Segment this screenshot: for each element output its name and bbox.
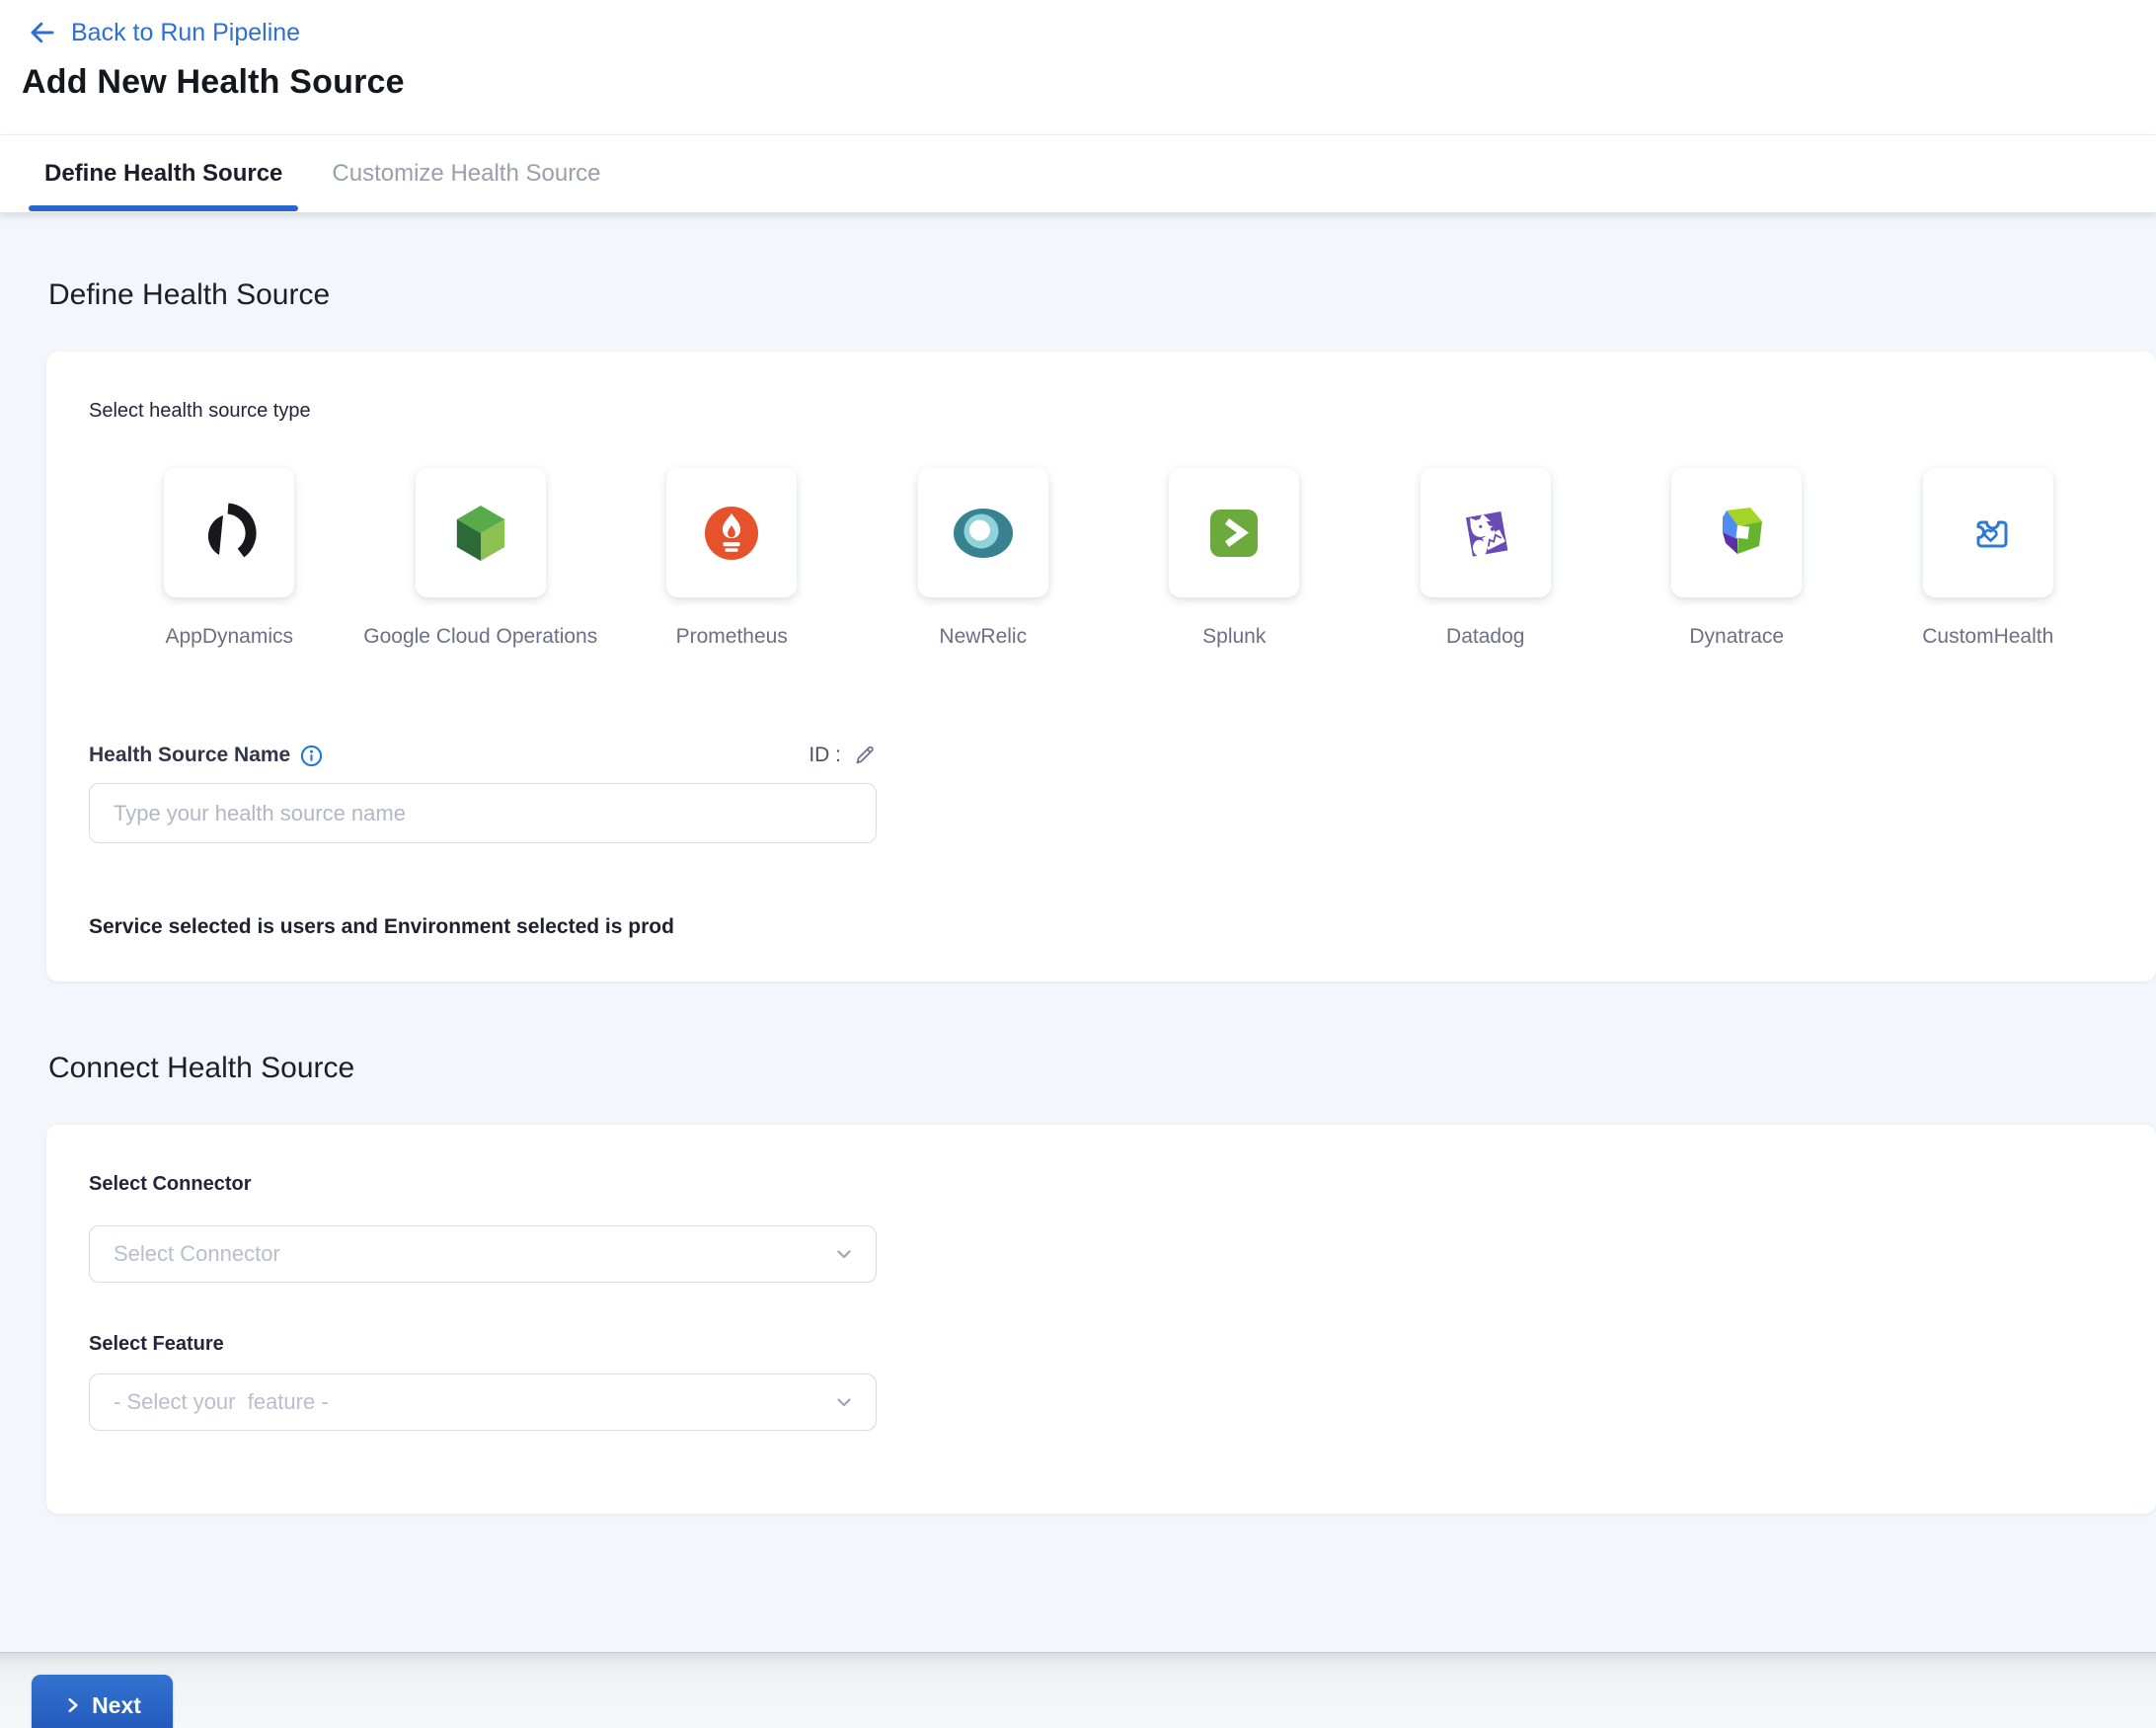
active-tab-underline: [29, 205, 298, 211]
next-button[interactable]: Next: [32, 1675, 173, 1728]
edit-pencil-icon[interactable]: [853, 744, 877, 767]
define-section-heading: Define Health Source: [48, 277, 2156, 313]
source-type-tile-datadog[interactable]: [1421, 468, 1551, 597]
main-content: Define Health Source Select health sourc…: [0, 212, 2156, 1652]
prometheus-icon: [700, 502, 763, 565]
source-type-item: Dynatrace: [1611, 468, 1863, 651]
select-connector-label: Select Connector: [89, 1172, 2114, 1196]
health-source-name-label: Health Source Name: [89, 744, 290, 767]
service-environment-note: Service selected is users and Environmen…: [89, 914, 2114, 940]
source-type-item: AppDynamics: [104, 468, 355, 651]
tab-label: Define Health Source: [44, 160, 282, 188]
source-type-item: Prometheus: [606, 468, 858, 651]
source-type-item: Splunk: [1109, 468, 1360, 651]
back-to-run-pipeline-link[interactable]: Back to Run Pipeline: [22, 14, 300, 51]
footer-bar: Next: [0, 1652, 2156, 1728]
source-type-label: Prometheus: [676, 623, 788, 651]
id-label: ID :: [808, 744, 841, 767]
connector-select-placeholder: Select Connector: [114, 1241, 280, 1267]
connector-select[interactable]: Select Connector: [89, 1225, 877, 1283]
add-health-source-page: Back to Run Pipeline Add New Health Sour…: [0, 0, 2156, 1728]
health-source-name-row: Health Source Name ID :: [89, 742, 877, 769]
customhealth-icon: [1957, 502, 2020, 565]
connect-health-source-card: Select Connector Select Connector Select…: [46, 1125, 2156, 1514]
source-type-item: Datadog: [1360, 468, 1612, 651]
appdynamics-icon: [197, 502, 261, 565]
newrelic-icon: [952, 502, 1015, 565]
source-type-label: AppDynamics: [165, 623, 293, 651]
source-type-label: Dynatrace: [1689, 623, 1784, 651]
page-header: Back to Run Pipeline Add New Health Sour…: [0, 0, 2156, 134]
source-type-label: Splunk: [1202, 623, 1266, 651]
source-type-item: CustomHealth: [1863, 468, 2115, 651]
source-type-row: AppDynamics Google Cloud Operations Prom…: [104, 468, 2114, 651]
tab-customize-health-source[interactable]: Customize Health Source: [316, 135, 616, 212]
health-source-tabbar: Define Health Source Customize Health So…: [0, 134, 2156, 212]
select-feature-label: Select Feature: [89, 1332, 2114, 1356]
back-link-label: Back to Run Pipeline: [71, 19, 300, 47]
next-chevron-icon: [63, 1695, 83, 1715]
define-health-source-card: Select health source type AppDynamics Go…: [46, 352, 2156, 982]
select-source-type-label: Select health source type: [89, 399, 2114, 423]
datadog-icon: [1454, 502, 1517, 565]
source-type-tile-dynatrace[interactable]: [1671, 468, 1802, 597]
source-type-tile-newrelic[interactable]: [918, 468, 1048, 597]
connect-section-heading: Connect Health Source: [48, 1051, 2156, 1086]
dynatrace-icon: [1705, 502, 1768, 565]
tab-define-health-source[interactable]: Define Health Source: [29, 135, 298, 212]
source-type-tile-customhealth[interactable]: [1923, 468, 2053, 597]
source-type-label: Google Cloud Operations: [363, 623, 597, 651]
tab-label: Customize Health Source: [332, 160, 600, 188]
source-type-tile-appdynamics[interactable]: [164, 468, 294, 597]
google-cloud-operations-icon: [449, 502, 512, 565]
source-type-item: Google Cloud Operations: [355, 468, 607, 651]
source-type-tile-prometheus[interactable]: [666, 468, 797, 597]
page-title: Add New Health Source: [22, 63, 2156, 102]
info-icon[interactable]: [299, 744, 324, 768]
feature-select[interactable]: - Select your feature -: [89, 1374, 877, 1431]
splunk-icon: [1202, 502, 1266, 565]
source-type-label: CustomHealth: [1922, 623, 2053, 651]
chevron-down-icon: [832, 1242, 856, 1266]
chevron-down-icon: [832, 1390, 856, 1414]
back-arrow-icon: [28, 18, 57, 47]
feature-select-placeholder: - Select your feature -: [114, 1389, 329, 1415]
source-type-tile-splunk[interactable]: [1169, 468, 1299, 597]
source-type-item: NewRelic: [858, 468, 1110, 651]
source-type-tile-google-cloud-operations[interactable]: [416, 468, 546, 597]
source-type-label: Datadog: [1446, 623, 1524, 651]
health-source-name-input[interactable]: [89, 783, 877, 843]
source-type-label: NewRelic: [939, 623, 1027, 651]
next-button-label: Next: [92, 1692, 141, 1719]
